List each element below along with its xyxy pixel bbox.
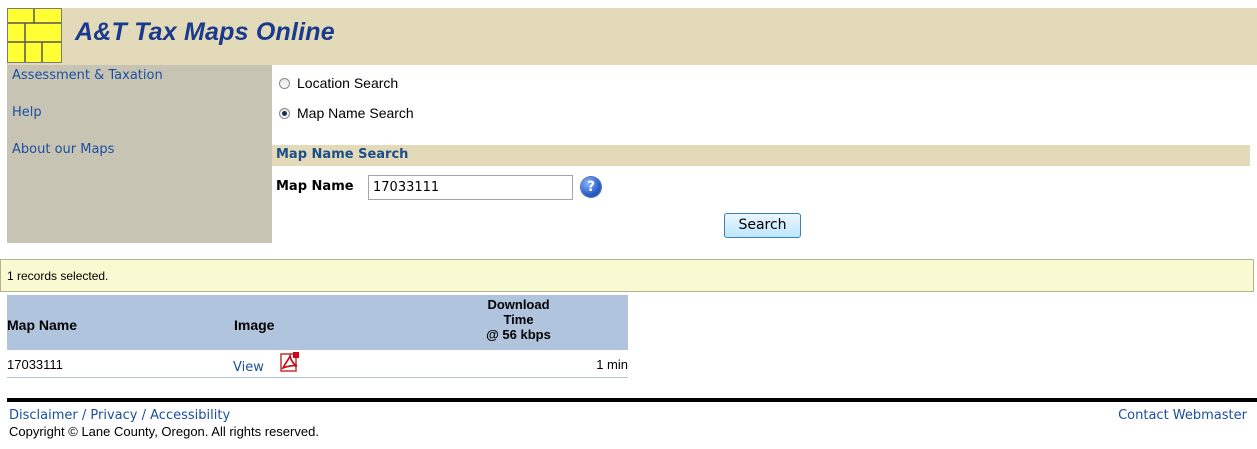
question-help-icon[interactable]: ?	[581, 177, 601, 197]
table-row: 17033111 View 1 min	[7, 351, 628, 378]
map-name-search-radio[interactable]	[279, 107, 290, 119]
footer-links: Disclaimer / Privacy / Accessibility	[9, 408, 230, 423]
sidebar-item-assessment-taxation[interactable]: Assessment & Taxation	[12, 68, 163, 83]
results-table-header: Map Name Image Download Time @ 56 kbps	[7, 295, 628, 350]
privacy-link[interactable]: Privacy	[90, 408, 137, 423]
records-status-text: 1 records selected.	[7, 269, 109, 283]
pdf-icon[interactable]	[279, 351, 301, 376]
column-header-download-time: Download Time @ 56 kbps	[456, 297, 581, 342]
map-name-label: Map Name	[276, 179, 354, 194]
footer-separator: /	[137, 408, 151, 423]
search-button[interactable]: Search	[724, 213, 801, 238]
location-search-radio[interactable]	[279, 77, 290, 89]
map-name-search-label: Map Name Search	[297, 105, 414, 121]
column-header-map-name: Map Name	[7, 317, 78, 333]
download-header-line3: @ 56 kbps	[486, 327, 551, 342]
footer-separator: /	[77, 408, 91, 423]
map-name-search-option[interactable]: Map Name Search	[279, 105, 414, 121]
site-header: A&T Tax Maps Online	[7, 8, 1257, 65]
view-image-link[interactable]: View	[233, 360, 264, 375]
page-title: A&T Tax Maps Online	[75, 18, 335, 46]
records-status-bar: 1 records selected.	[0, 259, 1254, 292]
column-header-image: Image	[234, 317, 275, 333]
disclaimer-link[interactable]: Disclaimer	[9, 408, 78, 423]
download-header-line2: Time	[503, 312, 534, 327]
copyright-text: Copyright © Lane County, Oregon. All rig…	[9, 424, 319, 439]
map-grid-icon	[7, 8, 62, 63]
location-search-label: Location Search	[297, 75, 399, 91]
download-header-line1: Download	[487, 297, 550, 312]
section-title: Map Name Search	[276, 147, 409, 162]
row-map-name: 17033111	[7, 357, 63, 372]
sidebar: Assessment & Taxation Help About our Map…	[7, 65, 272, 243]
sidebar-item-about-maps[interactable]: About our Maps	[12, 142, 114, 157]
section-header: Map Name Search	[272, 145, 1250, 166]
footer-divider	[7, 398, 1257, 402]
location-search-option[interactable]: Location Search	[279, 75, 398, 91]
row-download-time: 1 min	[596, 357, 628, 372]
map-name-input[interactable]	[368, 175, 573, 200]
accessibility-link[interactable]: Accessibility	[150, 408, 230, 423]
sidebar-item-help[interactable]: Help	[12, 105, 42, 120]
contact-webmaster-link[interactable]: Contact Webmaster	[1118, 408, 1247, 423]
